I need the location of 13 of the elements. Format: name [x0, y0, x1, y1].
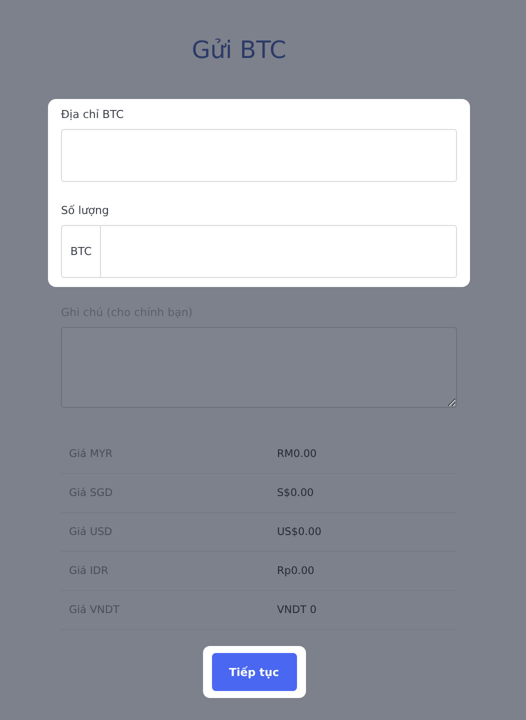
price-value: VNDT 0	[277, 604, 317, 616]
price-value: S$0.00	[277, 487, 314, 499]
price-value: Rp0.00	[277, 565, 314, 577]
price-value: RM0.00	[277, 448, 317, 460]
page-title: Gửi BTC	[190, 36, 288, 64]
input-field[interactable]: BTC	[61, 225, 457, 278]
price-value: US$0.00	[277, 526, 322, 538]
field-label: Địa chỉ BTC	[61, 108, 125, 121]
textarea-field[interactable]	[61, 327, 457, 408]
continue-button[interactable]: Tiếp tục	[212, 653, 296, 691]
input-field[interactable]	[61, 129, 457, 182]
field-label: Số lượng	[61, 204, 110, 217]
currency-addon: BTC	[62, 226, 101, 277]
